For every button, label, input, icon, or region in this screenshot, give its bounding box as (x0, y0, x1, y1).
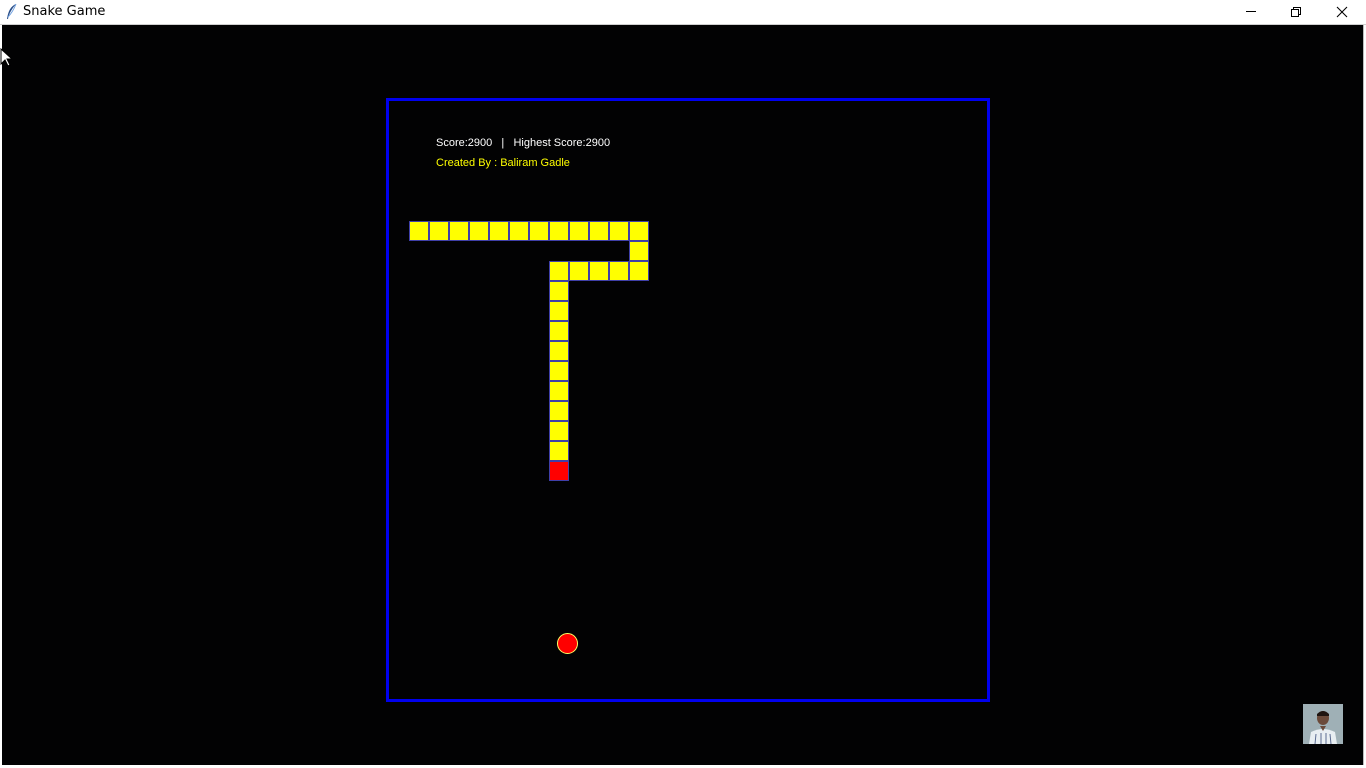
feather-icon (4, 3, 20, 21)
snake-segment (629, 241, 649, 261)
mouse-cursor-icon (0, 47, 14, 72)
snake-segment (549, 441, 569, 461)
webcam-thumbnail (1303, 704, 1343, 744)
snake-segment (549, 341, 569, 361)
snake-segment (449, 221, 469, 241)
app-window: Snake Game Score:2900 | Highest Score:29… (0, 0, 1366, 768)
game-board: Score:2900 | Highest Score:2900 Created … (386, 98, 990, 702)
close-icon (1336, 6, 1348, 18)
snake-segment (589, 261, 609, 281)
snake-segment (569, 261, 589, 281)
snake-segment (549, 361, 569, 381)
snake-segment (469, 221, 489, 241)
snake-segment (609, 261, 629, 281)
snake-segment (549, 381, 569, 401)
minimize-button[interactable] (1228, 0, 1274, 24)
window-title: Snake Game (23, 4, 106, 19)
snake-segment (509, 221, 529, 241)
snake-segment (549, 321, 569, 341)
title-bar[interactable]: Snake Game (0, 0, 1366, 25)
snake-segment (589, 221, 609, 241)
snake-segment (549, 301, 569, 321)
snake-segment (609, 221, 629, 241)
snake-segment (549, 401, 569, 421)
close-button[interactable] (1319, 0, 1365, 24)
snake-segment (629, 261, 649, 281)
restore-button[interactable] (1273, 0, 1319, 24)
snake-segment (629, 221, 649, 241)
snake-segment (569, 221, 589, 241)
snake-segment (429, 221, 449, 241)
food-apple (557, 633, 578, 654)
snake-segment (549, 261, 569, 281)
restore-icon (1291, 7, 1301, 17)
snake-segment (529, 221, 549, 241)
snake-segment (409, 221, 429, 241)
minimize-icon (1246, 11, 1256, 12)
snake-segment (549, 221, 569, 241)
snake-segment (549, 281, 569, 301)
game-canvas[interactable]: Score:2900 | Highest Score:2900 Created … (2, 25, 1364, 765)
snake-segment (489, 221, 509, 241)
credit-text: Created By : Baliram Gadle (436, 157, 570, 169)
snake-segment (549, 421, 569, 441)
score-display: Score:2900 | Highest Score:2900 (436, 137, 611, 149)
snake-head (549, 461, 569, 481)
